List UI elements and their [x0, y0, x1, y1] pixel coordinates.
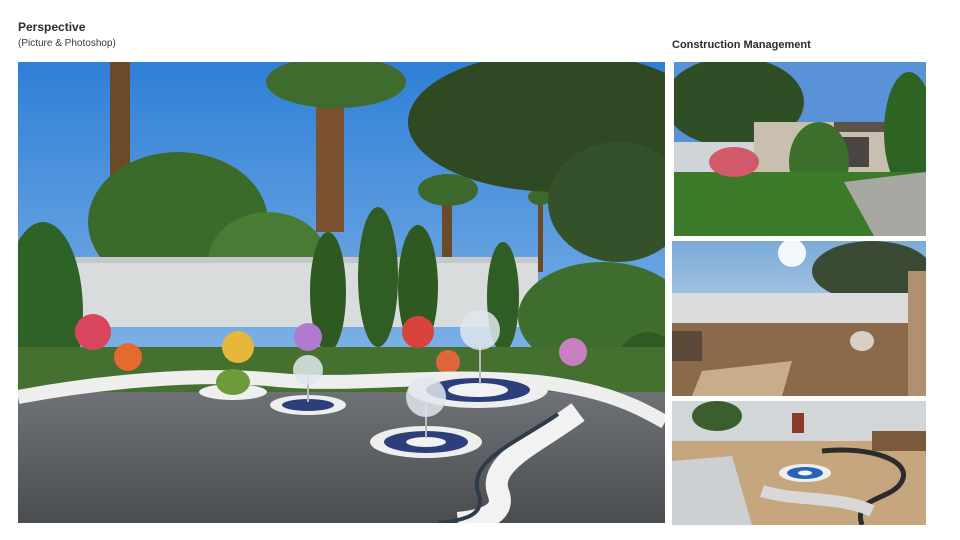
construction-photo-excavation [672, 241, 926, 396]
perspective-title: Perspective [18, 20, 86, 34]
construction-management-title: Construction Management [672, 39, 811, 51]
construction-photo-before [674, 62, 926, 236]
perspective-subtitle: (Picture & Photoshop) [18, 38, 116, 49]
garden-perspective-image [18, 62, 665, 523]
construction-photo-layout [672, 401, 926, 525]
